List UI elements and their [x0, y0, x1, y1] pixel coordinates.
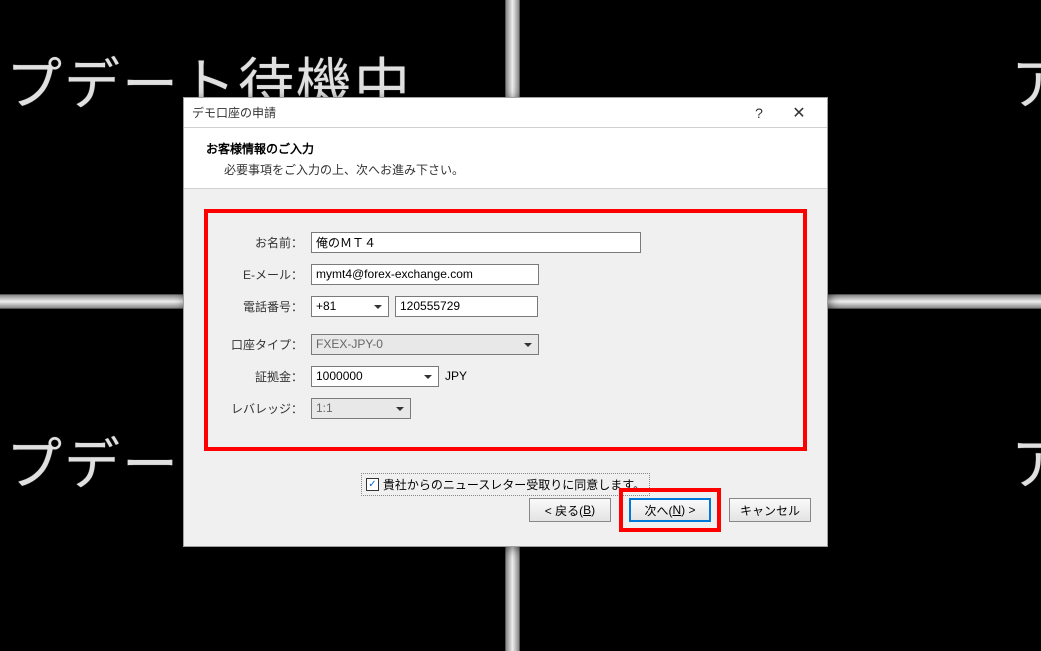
email-label: E-メール：	[228, 266, 303, 283]
bg-text-tr: アップデー	[1011, 40, 1041, 121]
leverage-label: レバレッジ：	[228, 400, 303, 417]
deposit-select[interactable]: 1000000	[311, 366, 439, 387]
cancel-button[interactable]: キャンセル	[729, 498, 811, 522]
currency-label: JPY	[445, 369, 467, 383]
deposit-label: 証拠金：	[228, 368, 303, 385]
button-bar: < 戻る(B) 次へ(N) > キャンセル	[529, 488, 811, 532]
phone-country-select[interactable]: +81	[311, 296, 389, 317]
help-button[interactable]: ?	[739, 99, 779, 127]
phone-number-input[interactable]	[395, 296, 538, 317]
leverage-select: 1:1	[311, 398, 411, 419]
account-type-label: 口座タイプ：	[228, 336, 303, 353]
dialog-title: デモ口座の申請	[192, 104, 739, 121]
next-button[interactable]: 次へ(N) >	[629, 498, 711, 522]
header-title: お客様情報のご入力	[206, 140, 805, 157]
bg-text-bl: アップデー	[0, 420, 180, 501]
bg-text-br: アップデー	[1011, 420, 1041, 501]
titlebar[interactable]: デモ口座の申請 ? ✕	[184, 98, 827, 128]
account-type-select: FXEX-JPY-0	[311, 334, 539, 355]
header-subtitle: 必要事項をご入力の上、次へお進み下さい。	[224, 161, 805, 178]
name-input[interactable]	[311, 232, 641, 253]
close-button[interactable]: ✕	[779, 99, 819, 127]
dialog-header: お客様情報のご入力 必要事項をご入力の上、次へお進み下さい。	[184, 128, 827, 189]
highlight-box-next: 次へ(N) >	[619, 488, 721, 532]
back-button[interactable]: < 戻る(B)	[529, 498, 611, 522]
name-label: お名前：	[228, 234, 303, 251]
highlight-box-form: お名前： E-メール： 電話番号： +81 口座タイプ： FXEX-JPY-0 …	[204, 209, 807, 451]
phone-label: 電話番号：	[228, 298, 303, 315]
demo-account-dialog: デモ口座の申請 ? ✕ お客様情報のご入力 必要事項をご入力の上、次へお進み下さ…	[183, 97, 828, 547]
consent-checkbox[interactable]: ✓	[366, 478, 379, 491]
email-input[interactable]	[311, 264, 539, 285]
